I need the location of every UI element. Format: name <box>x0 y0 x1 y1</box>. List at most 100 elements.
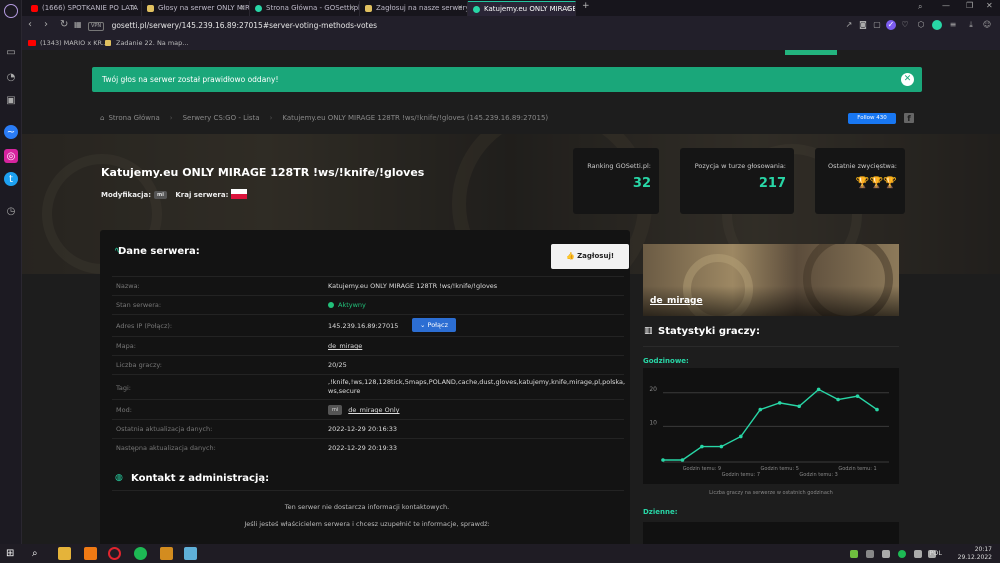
cube-icon[interactable]: ⬡ <box>916 20 926 30</box>
data-point <box>797 404 801 409</box>
tab-vote-servers[interactable]: Zagłosuj na nasze serwery! ✕ <box>360 1 468 16</box>
close-icon[interactable]: ✕ <box>457 1 463 16</box>
grid-icon[interactable]: ▦ <box>74 20 82 29</box>
row-value-players: 20/25 <box>328 361 347 369</box>
app-icon[interactable] <box>184 547 197 560</box>
vote-button[interactable]: 👍 Zagłosuj! <box>551 244 629 269</box>
browser-logo-icon[interactable] <box>4 4 18 18</box>
data-point <box>758 407 763 412</box>
camera-icon[interactable]: ◙ <box>858 20 868 30</box>
player-stats-title: Statystyki graczy: <box>658 326 760 337</box>
spotify-icon[interactable] <box>134 547 147 560</box>
close-icon[interactable]: ✕ <box>349 1 355 16</box>
new-tab-button[interactable]: + <box>582 1 590 11</box>
minimize-icon[interactable]: — <box>942 1 950 10</box>
url-field[interactable]: VPN gosetti.pl/serwery/145.239.16.89:270… <box>88 19 848 33</box>
daily-label: Dzienne: <box>643 508 678 516</box>
bookmark-favicon-icon <box>105 40 111 46</box>
row-value-map-link[interactable]: de_mirage <box>328 342 362 350</box>
series-line <box>663 388 878 461</box>
tray-icon[interactable] <box>850 550 858 558</box>
search-icon[interactable]: ⌕ <box>32 547 45 560</box>
tab-youtube[interactable]: (1666) SPOTKANIE PO LATA ✕ <box>26 1 142 16</box>
facebook-follow-button[interactable]: Follow 430 <box>848 113 896 124</box>
vpn-badge[interactable]: VPN <box>88 22 105 31</box>
app-icon[interactable] <box>160 547 173 560</box>
instagram-icon[interactable]: ◎ <box>4 149 18 163</box>
profile-icon[interactable]: ☺ <box>982 20 992 30</box>
extension-icon[interactable]: ✓ <box>886 20 896 30</box>
crown-icon <box>365 5 372 12</box>
data-point <box>855 394 860 398</box>
twitter-icon[interactable]: t <box>4 172 18 186</box>
lock-icon[interactable]: ▢ <box>872 20 882 30</box>
stat-last-wins: Ostatnie zwycięstwa: 🏆🏆🏆 <box>815 148 905 214</box>
stat-ranking: Ranking GOSetti.pl: 32 <box>573 148 659 214</box>
divider <box>112 355 624 356</box>
close-icon[interactable]: ✕ <box>565 2 571 16</box>
vote-button-label: Zagłosuj! <box>577 252 615 260</box>
thumbs-up-icon: 👍 <box>565 252 578 260</box>
file-explorer-icon[interactable] <box>58 547 71 560</box>
heart-icon[interactable]: ♡ <box>900 20 910 30</box>
breadcrumb-home[interactable]: Strona Główna <box>108 114 159 122</box>
download-icon[interactable]: ⤓ <box>966 20 976 30</box>
app-icon[interactable] <box>84 547 97 560</box>
country-label: Kraj serwera: <box>175 191 229 199</box>
windows-start-icon[interactable]: ⊞ <box>6 547 19 560</box>
network-icon[interactable] <box>914 550 922 558</box>
restore-icon[interactable]: ❐ <box>966 1 973 10</box>
tab-menu-icon[interactable]: ≡ <box>948 20 958 30</box>
breadcrumb-current: Katujemy.eu ONLY MIRAGE 128TR !ws/!knife… <box>282 114 549 122</box>
stat-label: Ranking GOSetti.pl: <box>587 162 651 170</box>
close-icon[interactable]: ✕ <box>239 1 245 16</box>
url-text: gosetti.pl/serwery/145.239.16.89:27015#s… <box>111 21 378 30</box>
speed-dial-icon[interactable]: ▭ <box>4 45 18 59</box>
bookmark-item[interactable]: Zadanie 22. Na map... <box>116 36 189 50</box>
divider <box>112 419 624 420</box>
bookmark-item[interactable]: (1343) MARIO x KR... <box>40 36 108 50</box>
row-label: Tagi: <box>116 384 131 392</box>
home-icon: ⌂ <box>100 114 105 122</box>
tab-home[interactable]: Strona Główna - GOSetti.pl ✕ <box>250 1 360 16</box>
tab-votes[interactable]: Głosy na serwer ONLY MIR ✕ <box>142 1 250 16</box>
forward-icon[interactable]: › <box>44 19 48 30</box>
bag-icon[interactable]: ▣ <box>4 93 18 107</box>
bookmarks-bar: (1343) MARIO x KR... Zadanie 22. Na map.… <box>22 36 1000 50</box>
check-icon <box>328 302 334 308</box>
opera-gx-icon[interactable] <box>108 547 121 560</box>
alert-close-button[interactable]: ✕ <box>901 73 914 86</box>
row-value-ip: 145.239.16.89:27015 <box>328 322 399 330</box>
clock-icon[interactable]: ◷ <box>4 204 18 218</box>
reload-icon[interactable]: ↻ <box>60 19 68 30</box>
back-icon[interactable]: ‹ <box>28 19 32 30</box>
window-close-icon[interactable]: ✕ <box>986 1 993 10</box>
language-indicator[interactable]: POL <box>929 549 942 557</box>
map-name-link[interactable]: de_mirage <box>650 296 703 306</box>
facebook-icon[interactable]: f <box>904 113 914 123</box>
row-label: Liczba graczy: <box>116 361 162 369</box>
tray-spotify-icon[interactable] <box>898 550 906 558</box>
row-value-tags: ,!knife,!ws,128,128tick,5maps,POLAND,cac… <box>328 378 626 395</box>
tab-label: Głosy na serwer ONLY MIR <box>158 4 250 12</box>
messenger-icon[interactable]: ~ <box>4 125 18 139</box>
clock[interactable]: 20:17 29.12.2022 <box>958 546 992 562</box>
tray-icon[interactable] <box>866 550 874 558</box>
tab-server-active[interactable]: Katujemy.eu ONLY MIRAGE ✕ <box>468 1 576 16</box>
row-label: Mapa: <box>116 342 136 350</box>
hourly-chart: 10 20 Godzin temu: 9 Godzin temu: 7 Godzin t… <box>643 368 899 484</box>
row-label: Ostatnia aktualizacja danych: <box>116 425 213 433</box>
row-value-name: Katujemy.eu ONLY MIRAGE 128TR !ws/!knife… <box>328 282 498 290</box>
x-tick-label: Godzin temu: 3 <box>799 472 837 478</box>
history-icon[interactable]: ◔ <box>4 70 18 84</box>
mod-link[interactable]: de_mirage Only <box>348 406 399 414</box>
search-icon[interactable]: ⌕ <box>918 2 922 12</box>
gosetti-ext-icon[interactable] <box>932 20 942 30</box>
connect-button[interactable]: ⌄ Połącz <box>412 318 456 332</box>
share-icon[interactable]: ↗ <box>844 20 854 30</box>
stat-label: Pozycja w turze głosowania: <box>694 162 786 170</box>
tray-icon[interactable] <box>882 550 890 558</box>
divider <box>112 336 624 337</box>
close-icon[interactable]: ✕ <box>131 1 137 16</box>
breadcrumb-list[interactable]: Serwery CS:GO - Lista <box>183 114 260 122</box>
